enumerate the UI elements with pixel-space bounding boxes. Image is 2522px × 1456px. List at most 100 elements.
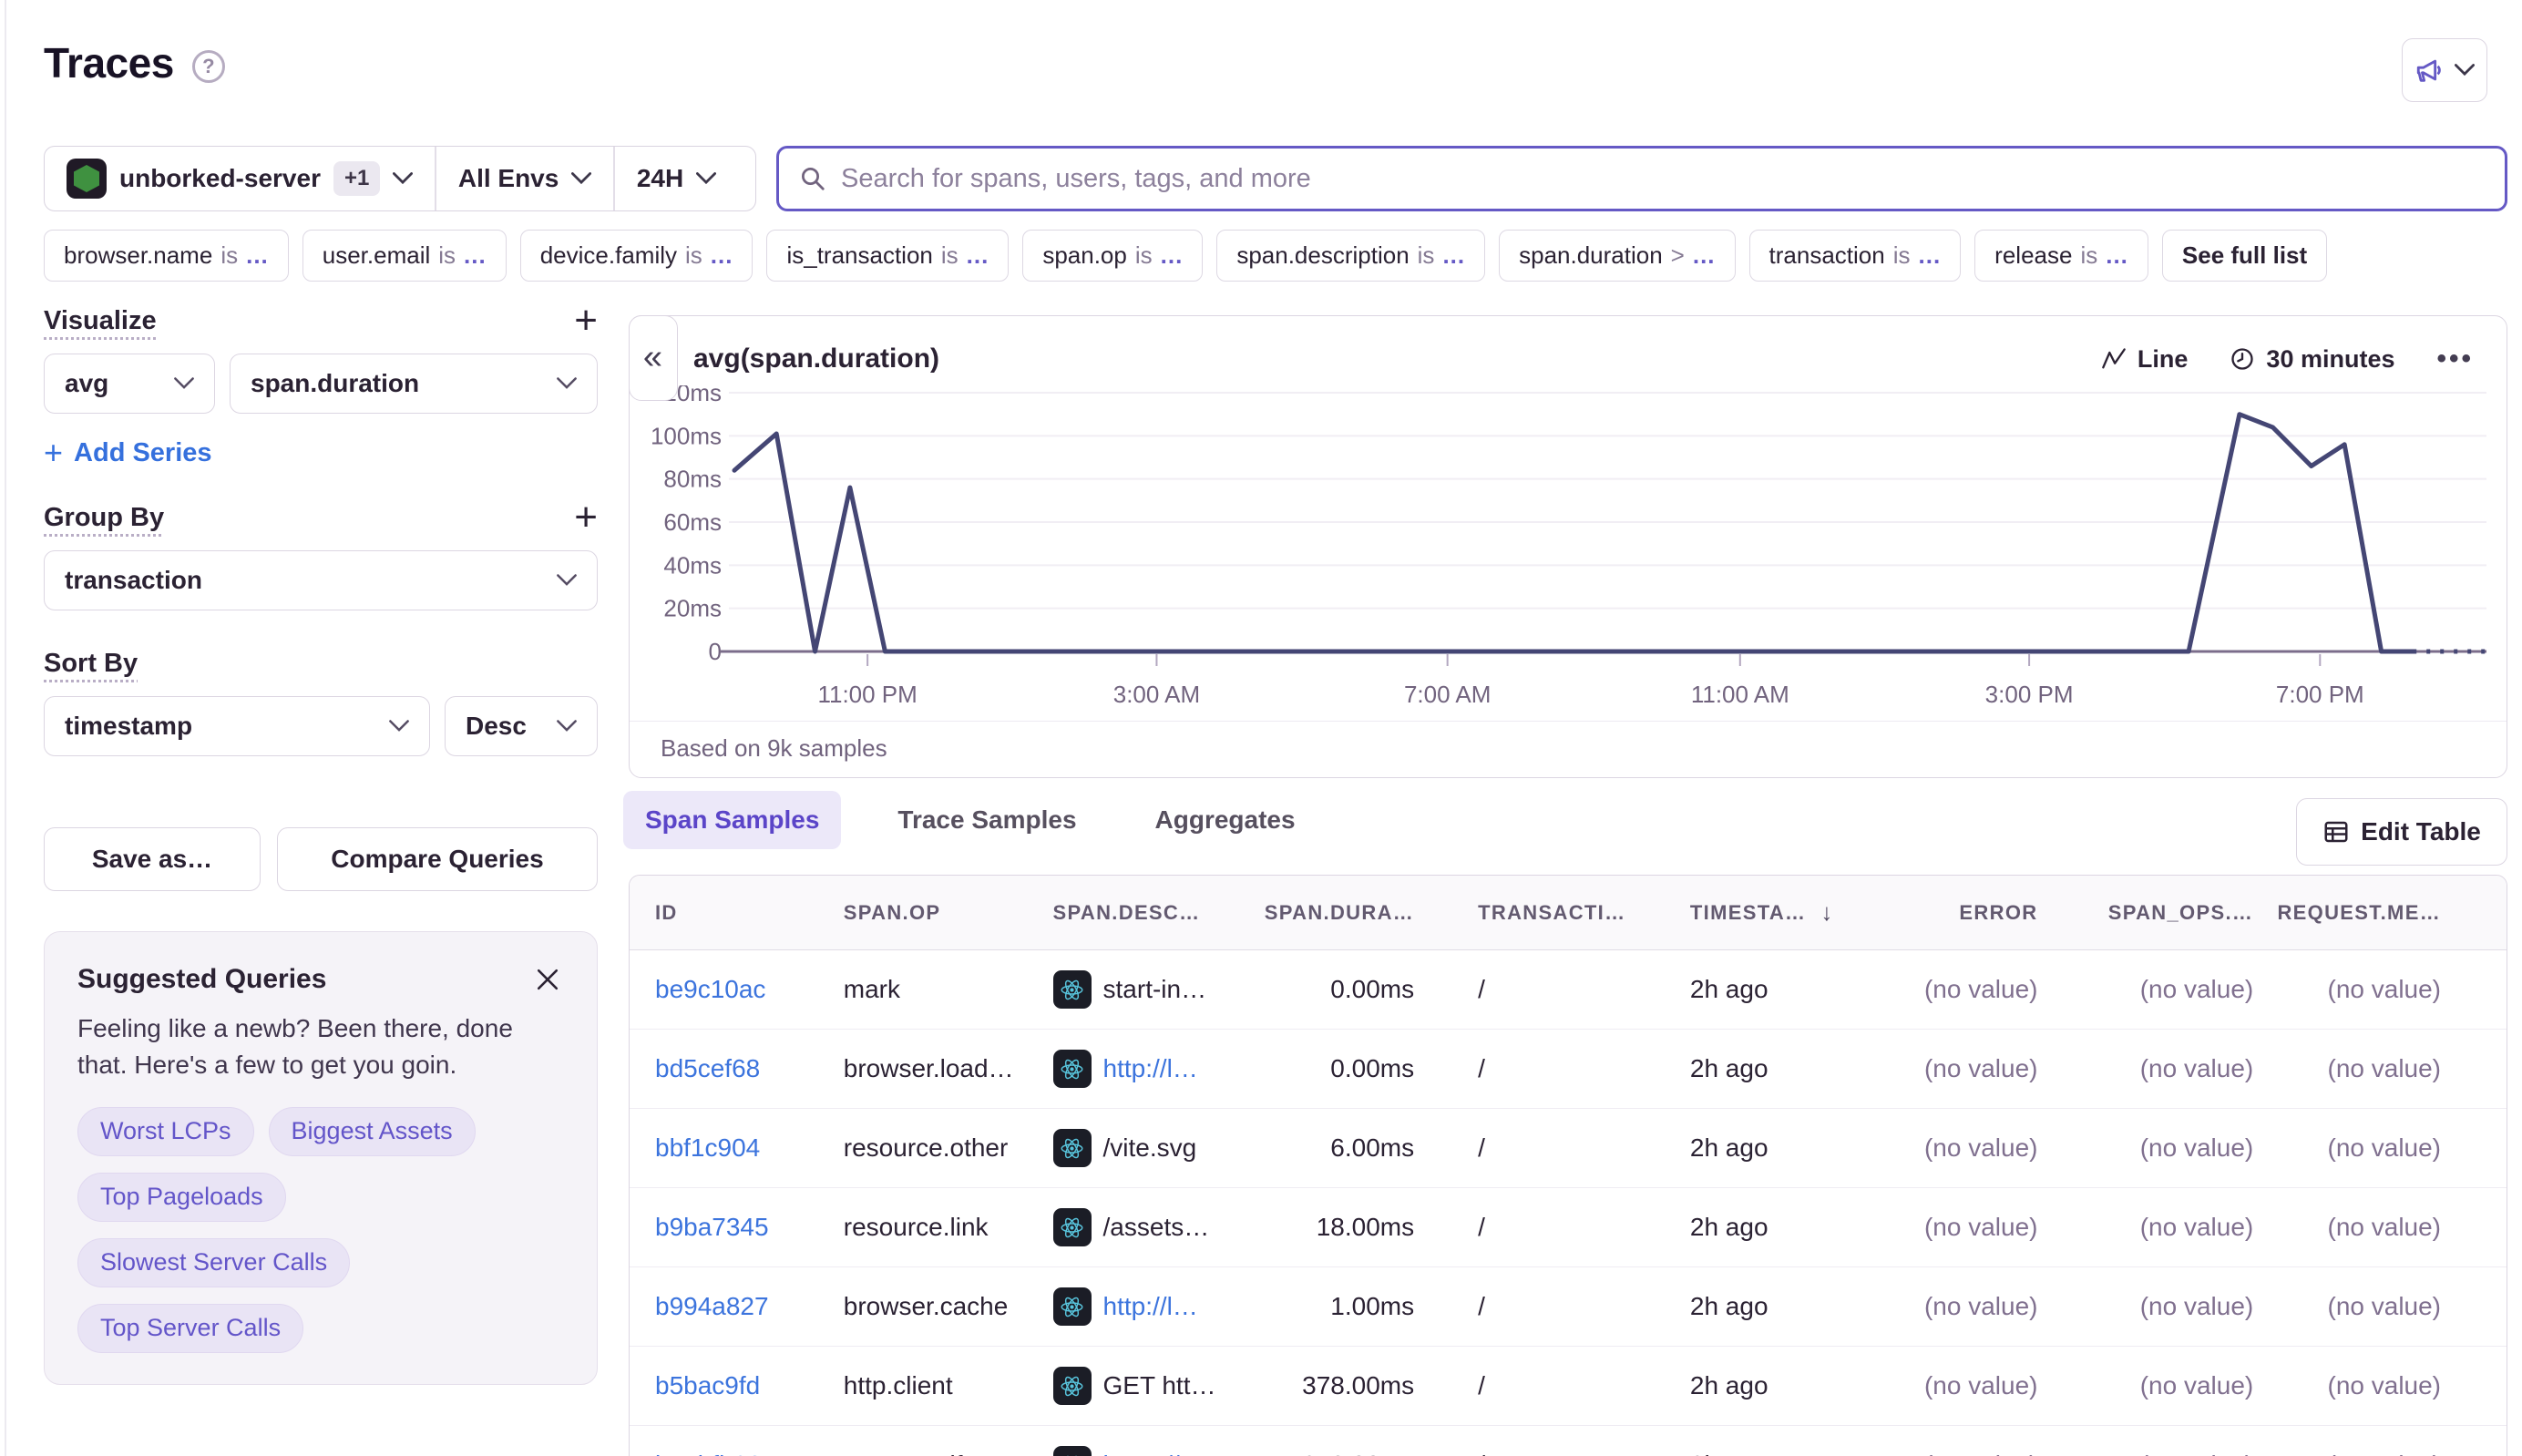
span-id-link[interactable]: b41bfb26 [655, 1451, 762, 1456]
span-id-link[interactable]: b994a827 [655, 1292, 769, 1320]
column-header-error[interactable]: ERROR [1877, 901, 2047, 925]
react-icon [1053, 1129, 1092, 1167]
cell-span-ops: (no value) [2046, 975, 2262, 1004]
no-value-text: (no value) [1924, 1133, 2038, 1162]
whats-new-button[interactable] [2402, 38, 2487, 102]
sort-direction-select[interactable]: Desc [445, 696, 598, 756]
cell-span-description: start-in… [1053, 970, 1258, 1009]
time-range-selector[interactable]: 24H [615, 147, 738, 210]
filter-chip-key: browser.name [64, 241, 212, 270]
cell-span-op: resource.other [844, 1133, 1053, 1163]
column-header-request-me[interactable]: REQUEST.ME… [2262, 901, 2507, 925]
add-group-by-button[interactable]: + [574, 497, 598, 538]
see-full-list-button[interactable]: See full list [2162, 230, 2327, 282]
span-description-link[interactable]: http://l… [1103, 1292, 1198, 1321]
no-value-text: (no value) [2328, 1213, 2442, 1241]
filter-chip-is-transaction[interactable]: is_transactionis... [766, 230, 1009, 282]
span-id-link[interactable]: bd5cef68 [655, 1054, 760, 1082]
add-visualize-button[interactable]: + [574, 301, 598, 341]
filter-chip-operator: is [941, 241, 959, 270]
search-input[interactable] [841, 164, 2485, 194]
cell-span-ops: (no value) [2046, 1054, 2262, 1083]
group-by-label: Group By [44, 503, 164, 533]
column-header-span-op[interactable]: SPAN.OP [844, 901, 1053, 925]
column-header-span-dura[interactable]: SPAN.DURA… [1257, 901, 1423, 925]
timestamp-link[interactable]: 2h ago [1690, 1371, 1768, 1400]
table-row: b994a827browser.cachehttp://l…1.00ms/2h … [630, 1267, 2507, 1347]
edit-table-button[interactable]: Edit Table [2296, 798, 2507, 866]
tab-span-samples[interactable]: Span Samples [623, 791, 841, 849]
react-icon [1053, 1287, 1092, 1326]
suggested-query-chip-biggest-assets[interactable]: Biggest Assets [269, 1107, 476, 1156]
timestamp-link[interactable]: 2h ago [1690, 1133, 1768, 1162]
column-header-id[interactable]: ID [630, 901, 844, 925]
suggested-query-chip-top-server-calls[interactable]: Top Server Calls [77, 1304, 303, 1353]
timestamp-link[interactable]: 2h ago [1690, 1054, 1768, 1082]
cell-timestamp: 2h ago [1681, 1292, 1877, 1321]
no-value-text: (no value) [2328, 975, 2442, 1003]
aggregate-select[interactable]: avg [44, 354, 215, 414]
filter-chip-operator: is [1135, 241, 1153, 270]
span-id-link[interactable]: be9c10ac [655, 975, 765, 1003]
filter-chip-transaction[interactable]: transactionis... [1749, 230, 1962, 282]
suggested-query-chip-slowest-server-calls[interactable]: Slowest Server Calls [77, 1238, 350, 1287]
cell-transaction: / [1423, 1292, 1681, 1321]
close-icon[interactable] [531, 963, 564, 996]
span-description-link[interactable]: https://… [1103, 1451, 1205, 1456]
filter-chip-span-description[interactable]: span.descriptionis... [1216, 230, 1485, 282]
suggested-queries-title: Suggested Queries [77, 964, 326, 995]
field-select[interactable]: span.duration [230, 354, 598, 414]
cell-timestamp: 2h ago [1681, 1054, 1877, 1083]
environment-selector[interactable]: All Envs [436, 147, 613, 210]
tab-trace-samples[interactable]: Trace Samples [876, 791, 1098, 849]
timestamp-link[interactable]: 2h ago [1690, 975, 1768, 1003]
filter-chip-browser-name[interactable]: browser.nameis... [44, 230, 289, 282]
column-header-timesta[interactable]: TIMESTA…↓ [1681, 898, 1877, 927]
span-id-link[interactable]: bbf1c904 [655, 1133, 760, 1162]
timestamp-link[interactable]: 2h ago [1690, 1292, 1768, 1320]
span-id-link[interactable]: b5bac9fd [655, 1371, 760, 1400]
column-header-span-desc[interactable]: SPAN.DESC… [1053, 901, 1258, 925]
tab-aggregates[interactable]: Aggregates [1133, 791, 1317, 849]
chart-type-button[interactable]: Line [2101, 345, 2189, 374]
timestamp-link[interactable]: 2h ago [1690, 1213, 1768, 1241]
cell-span-op: browser.load… [844, 1054, 1053, 1083]
line-chart[interactable]: 020ms40ms60ms80ms100ms120ms11:00 PM3:00 … [630, 385, 2507, 721]
filter-chip-span-op[interactable]: span.opis... [1022, 230, 1203, 282]
query-builder-sidebar: Visualize + avg span.duration + Add Seri… [44, 301, 598, 1385]
cell-span-description: http://l… [1053, 1050, 1258, 1088]
cell-span-description: /assets… [1053, 1208, 1258, 1246]
span-description-link[interactable]: http://l… [1103, 1054, 1198, 1083]
column-header-span-ops[interactable]: SPAN_OPS.… [2046, 901, 2262, 925]
timestamp-link[interactable]: 2h ago [1690, 1451, 1768, 1456]
table-row: bbf1c904resource.other/vite.svg6.00ms/2h… [630, 1109, 2507, 1188]
help-icon[interactable]: ? [192, 50, 225, 83]
react-icon [1053, 1367, 1092, 1405]
filter-chip-value: ... [1442, 241, 1465, 270]
project-selector[interactable]: unborked-server +1 [45, 147, 435, 210]
group-by-select[interactable]: transaction [44, 550, 598, 610]
compare-queries-button[interactable]: Compare Queries [277, 827, 598, 891]
save-as-button[interactable]: Save as… [44, 827, 261, 891]
filter-chip-span-duration[interactable]: span.duration>... [1499, 230, 1735, 282]
chart-overflow-menu[interactable]: ••• [2436, 343, 2474, 374]
filter-chip-device-family[interactable]: device.familyis... [520, 230, 754, 282]
filter-chip-release[interactable]: releaseis... [1974, 230, 2148, 282]
column-header-transacti[interactable]: TRANSACTI… [1423, 901, 1681, 925]
results-tabs: Span Samples Trace Samples Aggregates [623, 791, 1317, 849]
add-series-button[interactable]: + Add Series [44, 434, 212, 472]
cell-span-id: b9ba7345 [630, 1213, 844, 1242]
suggested-query-chip-worst-lcps[interactable]: Worst LCPs [77, 1107, 254, 1156]
span-description-text: /assets… [1103, 1213, 1210, 1242]
filter-chip-user-email[interactable]: user.emailis... [302, 230, 507, 282]
filter-chip-operator: > [1671, 241, 1685, 270]
no-value-text: (no value) [1924, 975, 2038, 1003]
suggested-query-chip-top-pageloads[interactable]: Top Pageloads [77, 1173, 286, 1222]
collapse-sidebar-button[interactable]: « [629, 315, 678, 401]
chart-interval-button[interactable]: 30 minutes [2230, 345, 2394, 374]
span-id-link[interactable]: b9ba7345 [655, 1213, 769, 1241]
sort-field-select[interactable]: timestamp [44, 696, 430, 756]
no-value-text: (no value) [2328, 1133, 2442, 1162]
sort-desc-icon[interactable]: ↓ [1820, 898, 1833, 927]
table-row: b41bfb26resource.ifra…https://…276.00ms/… [630, 1426, 2507, 1456]
